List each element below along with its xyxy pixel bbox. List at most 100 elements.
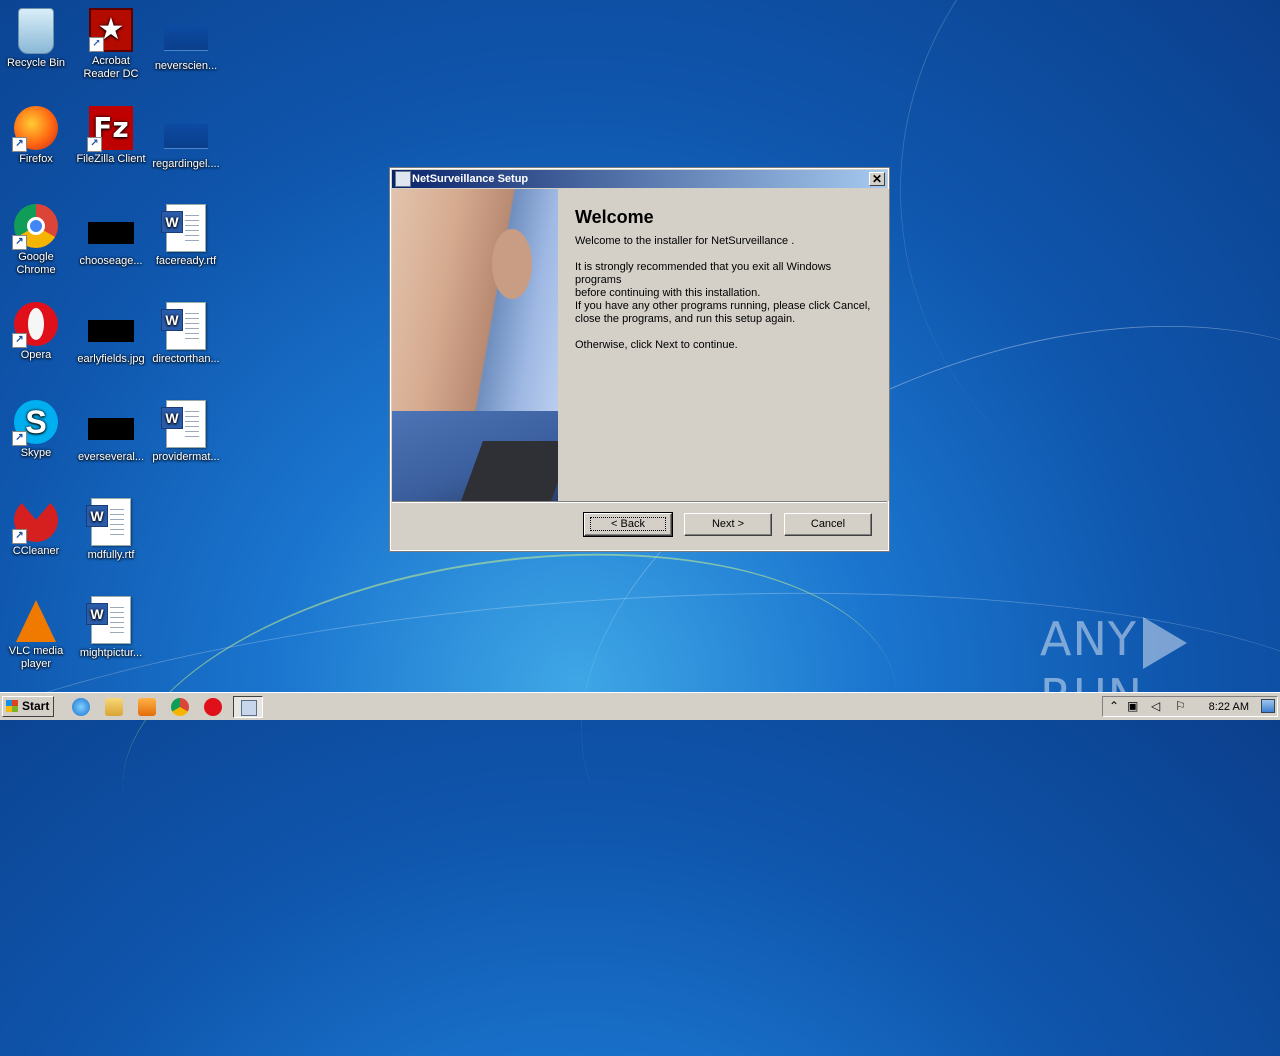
image-file-icon bbox=[88, 222, 134, 244]
skype-icon: S ↗ bbox=[12, 400, 58, 446]
file-icon bbox=[164, 124, 208, 149]
back-button[interactable]: < Back bbox=[583, 512, 673, 537]
shortcut-arrow-icon: ↗ bbox=[12, 333, 27, 348]
file-icon bbox=[164, 26, 208, 51]
word-document-icon bbox=[161, 400, 206, 448]
desktop-icon-google-chrome[interactable]: ↗ Google Chrome bbox=[0, 204, 74, 277]
shortcut-arrow-icon: ↗ bbox=[12, 529, 27, 544]
flag-icon[interactable]: ⚐ bbox=[1175, 699, 1186, 714]
setup-dialog: NetSurveillance Setup ✕ Welcome Welcome … bbox=[389, 167, 890, 552]
desktop-icon-label: Recycle Bin bbox=[6, 57, 66, 69]
shortcut-arrow-icon: ↗ bbox=[12, 137, 27, 152]
cancel-button[interactable]: Cancel bbox=[784, 513, 872, 536]
close-button[interactable]: ✕ bbox=[869, 172, 885, 186]
photo-detail bbox=[492, 229, 532, 299]
desktop-icon-label: Firefox bbox=[19, 153, 53, 165]
desktop-icon-label: CCleaner bbox=[12, 545, 60, 557]
desktop-icon-file[interactable]: providermat... bbox=[148, 400, 224, 464]
desktop-icon-label: regardingel.... bbox=[152, 158, 220, 170]
taskbar: Start ⌃ ▣ ◁ ⚐ 8:22 AM bbox=[0, 692, 1280, 720]
image-file-icon bbox=[88, 320, 134, 342]
desktop-icon-file[interactable]: everseveral... bbox=[73, 400, 149, 464]
desktop-icon-ccleaner[interactable]: ↗ CCleaner bbox=[0, 498, 74, 558]
desktop-icon-file[interactable]: directorthan... bbox=[148, 302, 224, 366]
dialog-title: NetSurveillance Setup bbox=[412, 173, 529, 185]
windows-logo-icon bbox=[6, 700, 18, 712]
vlc-icon bbox=[16, 600, 56, 642]
desktop-icon-label: Opera bbox=[20, 349, 52, 361]
start-button[interactable]: Start bbox=[2, 696, 54, 717]
setup-app-icon bbox=[395, 171, 411, 187]
desktop-icon-vlc[interactable]: VLC media player bbox=[0, 596, 74, 671]
desktop-icon-acrobat-reader[interactable]: ★ ↗ Acrobat Reader DC bbox=[73, 8, 149, 81]
word-document-icon bbox=[86, 498, 131, 546]
clock[interactable]: 8:22 AM bbox=[1209, 700, 1249, 715]
desktop-icon-label: everseveral... bbox=[77, 451, 145, 463]
desktop-icon-label: directorthan... bbox=[152, 353, 220, 365]
desktop-icon-label: FileZilla Client bbox=[76, 153, 146, 165]
ccleaner-icon: ↗ bbox=[12, 498, 58, 544]
shortcut-arrow-icon: ↗ bbox=[12, 235, 27, 250]
desktop-icon-file[interactable]: faceready.rtf bbox=[148, 204, 224, 268]
desktop-icon-label: faceready.rtf bbox=[155, 255, 217, 267]
wizard-side-image bbox=[392, 189, 558, 501]
desktop-icon-label: earlyfields.jpg bbox=[77, 353, 145, 365]
filezilla-icon: Fz ↗ bbox=[87, 106, 133, 152]
image-file-icon bbox=[88, 418, 134, 440]
internet-explorer-icon[interactable] bbox=[72, 698, 90, 716]
system-tray: ⌃ ▣ ◁ ⚐ 8:22 AM bbox=[1102, 696, 1278, 717]
continue-paragraph: Otherwise, click Next to continue. bbox=[575, 339, 738, 351]
dialog-titlebar[interactable]: NetSurveillance Setup ✕ bbox=[392, 170, 887, 188]
welcome-paragraph: Welcome to the installer for NetSurveill… bbox=[575, 235, 795, 247]
welcome-heading: Welcome bbox=[575, 207, 654, 227]
opera-taskbar-icon[interactable] bbox=[204, 698, 222, 716]
desktop-icon-recycle-bin[interactable]: Recycle Bin bbox=[0, 8, 74, 70]
back-button-label: < Back bbox=[590, 517, 666, 531]
shortcut-arrow-icon: ↗ bbox=[12, 431, 27, 446]
instructions-paragraph: If you have any other programs running, … bbox=[575, 300, 871, 325]
play-logo-icon bbox=[1142, 616, 1187, 669]
desktop-icon-label: Google Chrome bbox=[16, 251, 56, 276]
desktop-icon-label: Skype bbox=[20, 447, 52, 459]
desktop-icon-label: chooseage... bbox=[79, 255, 143, 267]
desktop-icon-label: mdfully.rtf bbox=[87, 549, 135, 561]
desktop-icon-label: Acrobat Reader DC bbox=[83, 55, 139, 80]
start-label: Start bbox=[22, 699, 50, 713]
desktop-icon-filezilla[interactable]: Fz ↗ FileZilla Client bbox=[73, 106, 149, 166]
word-document-icon bbox=[86, 596, 131, 644]
desktop-icon-label: providermat... bbox=[152, 451, 220, 463]
shortcut-arrow-icon: ↗ bbox=[89, 37, 104, 52]
desktop-icon-file[interactable]: mightpictur... bbox=[73, 596, 149, 660]
recycle-bin-icon bbox=[18, 8, 54, 54]
media-player-icon[interactable] bbox=[138, 698, 156, 716]
action-center-icon[interactable]: ▣ bbox=[1127, 699, 1138, 714]
desktop-icon-opera[interactable]: ↗ Opera bbox=[0, 302, 74, 362]
chrome-icon: ↗ bbox=[12, 204, 58, 250]
desktop-icon-file[interactable]: neverscien... bbox=[148, 8, 224, 73]
chrome-taskbar-icon[interactable] bbox=[171, 698, 189, 716]
desktop-icon-file[interactable]: chooseage... bbox=[73, 204, 149, 268]
setup-taskbar-button[interactable] bbox=[233, 696, 263, 718]
shortcut-arrow-icon: ↗ bbox=[87, 137, 102, 152]
desktop-icon-firefox[interactable]: ↗ Firefox bbox=[0, 106, 74, 166]
show-hidden-icon[interactable]: ⌃ bbox=[1109, 699, 1119, 714]
word-document-icon bbox=[161, 204, 206, 252]
next-button[interactable]: Next > bbox=[684, 513, 772, 536]
desktop-icon-label: mightpictur... bbox=[79, 647, 143, 659]
desktop-icon-file[interactable]: earlyfields.jpg bbox=[73, 302, 149, 366]
volume-icon[interactable]: ◁ bbox=[1151, 699, 1160, 714]
desktop-icon-label: VLC media player bbox=[8, 645, 64, 670]
desktop-icon-skype[interactable]: S ↗ Skype bbox=[0, 400, 74, 460]
desktop-icon-file[interactable]: regardingel.... bbox=[148, 106, 224, 171]
desktop-icon-file[interactable]: mdfully.rtf bbox=[73, 498, 149, 562]
button-separator bbox=[392, 501, 887, 503]
word-document-icon bbox=[161, 302, 206, 350]
welcome-pane: Welcome Welcome to the installer for Net… bbox=[558, 189, 889, 501]
opera-icon: ↗ bbox=[12, 302, 58, 348]
show-desktop-button[interactable] bbox=[1261, 699, 1275, 713]
file-explorer-icon[interactable] bbox=[105, 698, 123, 716]
desktop-icon-label: neverscien... bbox=[154, 60, 218, 72]
acrobat-reader-icon: ★ ↗ bbox=[89, 8, 133, 52]
firefox-icon: ↗ bbox=[12, 106, 58, 152]
recommendation-paragraph: It is strongly recommended that you exit… bbox=[575, 261, 832, 299]
